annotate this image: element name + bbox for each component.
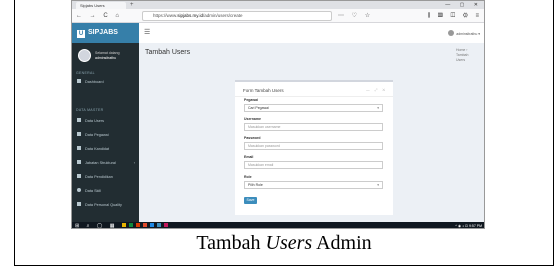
app-icon[interactable] (156, 223, 161, 227)
new-tab-button[interactable]: + (130, 1, 134, 9)
caption-prefix: Tambah (196, 232, 266, 254)
field-label-pegawai: Pegawai (244, 98, 259, 102)
field-label-role: Role (244, 175, 252, 179)
sidebar-item-personal-quality[interactable]: Data Personal Quality (72, 200, 139, 210)
app-icon[interactable] (163, 223, 168, 227)
taskbar-app-icons[interactable] (121, 223, 171, 228)
page-title: Tambah Users (145, 49, 191, 56)
brand-name: SIPJABS (88, 29, 118, 36)
sidebar-item-label: Jabatan Struktural (85, 161, 116, 165)
app-sidebar: U SIPJABS Selamat datang adminsitrathu GE… (72, 23, 139, 222)
password-input[interactable]: Masukkan password (244, 142, 383, 150)
form-title: Form Tambah Users (243, 88, 284, 93)
screenshot: Sipjabs Users + — ▢ ✕ ← → C ⌂ https://ww… (71, 0, 485, 229)
field-label-email: Email (244, 155, 254, 159)
brand-logo-icon: U (77, 30, 85, 38)
office-icon[interactable] (135, 223, 140, 227)
chevron-left-icon: ‹ (133, 161, 135, 165)
role-value: Pilih Role (248, 183, 263, 187)
table-icon (77, 160, 81, 164)
email-input[interactable]: Masukkan email (244, 161, 383, 169)
user-name: adminsitrathu (95, 56, 117, 60)
graduation-icon (77, 174, 81, 178)
brand[interactable]: U SIPJABS (72, 23, 139, 43)
sidebar-item-jabatan[interactable]: Jabatan Struktural ‹ (72, 158, 139, 168)
start-icons: ⊞ ⌕ ◯ ▦ (75, 223, 118, 229)
sidebar-item-label: Data Personal Quality (85, 203, 122, 207)
url-prefix: https://www. (153, 13, 178, 18)
window-controls[interactable]: — ▢ ✕ (445, 1, 482, 9)
taskbar: ⊞ ⌕ ◯ ▦ ^ ◉ ◖ ⊡ 9:57 PM (72, 222, 484, 229)
browser-toolbar-icons[interactable]: ⫼ ▥ ◫ ⚙ ≡ (428, 12, 482, 20)
url-host: sipjabs.my.id (177, 13, 203, 18)
save-button[interactable]: Save (244, 197, 257, 204)
figure-caption: Tambah Users Admin (14, 232, 554, 264)
role-select[interactable]: Pilih Role ▾ (244, 181, 383, 189)
caption-suffix: Admin (312, 232, 372, 254)
chevron-down-icon: ▾ (377, 106, 379, 110)
sidebar-item-label: Data Pegawai (85, 133, 109, 137)
divider (235, 96, 393, 97)
section-header-general: GENERAL (76, 71, 95, 75)
url-path: /admin/users/create (202, 13, 243, 18)
firefox-icon[interactable] (142, 223, 147, 227)
sidebar-item-pendidikan[interactable]: Data Pendidikan (72, 172, 139, 182)
pegawai-select[interactable]: Cari Pegawai ▾ (244, 104, 383, 112)
sidebar-item-users[interactable]: Data Users (72, 116, 139, 126)
taskbar-start[interactable]: ⊞ ⌕ ◯ ▦ (75, 223, 171, 229)
avatar (78, 49, 91, 62)
field-label-password: Password (244, 136, 261, 140)
sidebar-item-skill[interactable]: Data Skill (72, 186, 139, 196)
box-tools[interactable]: — ⤢ ✕ (366, 88, 387, 92)
header-user-menu[interactable]: adminsitrathu ▾ (448, 30, 480, 37)
sidebar-item-dashboard[interactable]: Dashboard (72, 77, 139, 87)
browser-tab-bar: Sipjabs Users + — ▢ ✕ (72, 1, 484, 9)
table-icon (77, 202, 81, 206)
menu-icon[interactable]: ☰ (144, 29, 150, 37)
url-actions[interactable]: ⋯ ♡ ☆ (338, 12, 373, 20)
app-header: ☰ adminsitrathu ▾ (139, 23, 484, 43)
store-icon[interactable] (128, 223, 133, 227)
field-label-username: Username (244, 117, 261, 121)
user-panel: Selamat datang adminsitrathu (72, 43, 139, 69)
browser-tab[interactable]: Sipjabs Users (76, 2, 126, 9)
sidebar-item-pegawai[interactable]: Data Pegawai (72, 130, 139, 140)
caption-italic: Users (265, 232, 313, 254)
circle-icon (77, 188, 81, 192)
browser-nav-bar: ← → C ⌂ https://www.sipjabs.my.id/admin/… (72, 9, 484, 23)
system-tray-clock[interactable]: ^ ◉ ◖ ⊡ 9:57 PM (455, 223, 482, 228)
chrome-icon[interactable] (149, 223, 154, 227)
sidebar-item-label: Data Pendidikan (85, 175, 113, 179)
header-user-name: adminsitrathu ▾ (456, 32, 480, 36)
nav-buttons[interactable]: ← → C ⌂ (76, 12, 122, 20)
url-bar[interactable]: https://www.sipjabs.my.id/admin/users/cr… (142, 11, 332, 21)
table-icon (77, 132, 81, 136)
dashboard-icon (77, 79, 81, 83)
folder-icon[interactable] (121, 223, 126, 227)
sidebar-item-label: Data Users (85, 119, 104, 123)
sidebar-item-kandidat[interactable]: Data Kandidat (72, 144, 139, 154)
sidebar-item-label: Dashboard (85, 80, 104, 84)
avatar (448, 30, 455, 36)
chevron-down-icon: ▾ (377, 183, 379, 187)
sidebar-item-label: Data Kandidat (85, 147, 110, 151)
sidebar-item-label: Data Skill (85, 189, 102, 193)
users-icon (77, 118, 81, 122)
pegawai-value: Cari Pegawai (248, 106, 269, 110)
section-header-master: DATA MASTER (76, 108, 104, 112)
breadcrumb[interactable]: Home › Tambah Users (456, 48, 476, 63)
table-icon (77, 146, 81, 150)
username-input[interactable]: Masukkan username (244, 123, 383, 131)
